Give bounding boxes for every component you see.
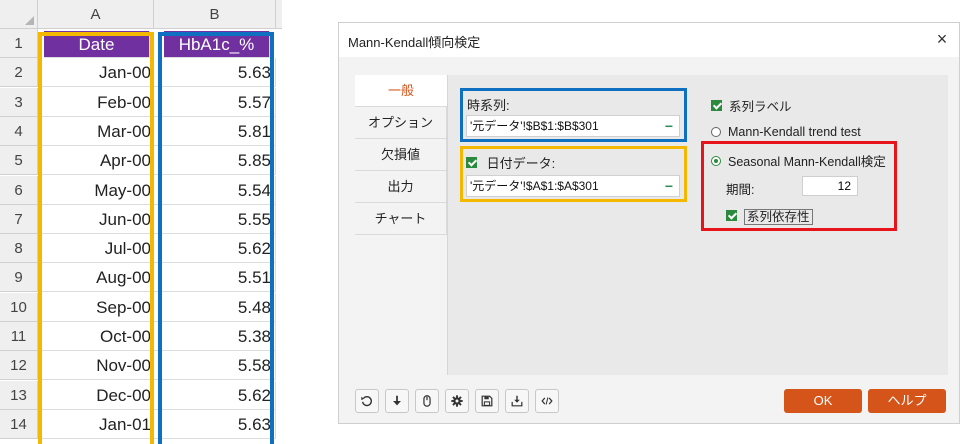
row-header[interactable]: 8 xyxy=(0,234,38,264)
load-button[interactable] xyxy=(505,389,529,413)
time-series-field-group: 時系列: '元データ'!$B$1:$B$301 − xyxy=(460,88,687,142)
tab-missing-values[interactable]: 欠損値 xyxy=(355,139,447,171)
date-cell[interactable]: Mar-00 xyxy=(38,116,154,146)
date-cell[interactable]: Sep-00 xyxy=(38,292,154,322)
date-cell[interactable]: May-00 xyxy=(38,175,154,205)
load-icon xyxy=(511,395,523,407)
row-header[interactable]: 6 xyxy=(0,175,38,205)
remove-time-series-icon[interactable]: − xyxy=(665,116,673,136)
mk-trend-test-radio[interactable] xyxy=(711,126,721,137)
row-header[interactable]: 4 xyxy=(0,116,38,146)
date-data-label-row: 日付データ: xyxy=(466,153,555,172)
hba1c-cell[interactable]: 5.51 xyxy=(154,263,276,293)
date-cell[interactable]: Aug-00 xyxy=(38,263,154,293)
date-cell[interactable]: Oct-00 xyxy=(38,322,154,351)
close-icon[interactable]: × xyxy=(931,28,953,50)
date-data-checkbox[interactable] xyxy=(466,157,477,168)
dialog-titlebar: Mann-Kendall傾向検定 × xyxy=(339,23,959,57)
header-cell-date[interactable]: Date xyxy=(44,31,150,58)
row-header[interactable]: 11 xyxy=(0,322,38,351)
date-cell[interactable]: Jan-00 xyxy=(38,58,154,88)
column-header-c-partial[interactable] xyxy=(276,0,282,29)
row-header[interactable]: 3 xyxy=(0,87,38,117)
column-header-a[interactable]: A xyxy=(38,0,154,29)
row-header[interactable]: 12 xyxy=(0,351,38,381)
period-input[interactable]: 12 xyxy=(802,176,858,196)
hba1c-cell[interactable]: 5.62 xyxy=(154,380,276,410)
reset-button[interactable] xyxy=(355,389,379,413)
time-series-input[interactable]: '元データ'!$B$1:$B$301 − xyxy=(466,115,680,137)
date-cell[interactable]: Jun-00 xyxy=(38,204,154,234)
date-cell[interactable]: Jul-00 xyxy=(38,234,154,264)
help-button[interactable]: ヘルプ xyxy=(868,389,946,413)
select-all-corner[interactable] xyxy=(0,0,38,29)
hba1c-cell[interactable]: 5.55 xyxy=(154,204,276,234)
row-header[interactable]: 5 xyxy=(0,146,38,176)
hba1c-cell[interactable]: 5.81 xyxy=(154,116,276,146)
row-header[interactable]: 9 xyxy=(0,263,38,293)
tab-general[interactable]: 一般 xyxy=(355,75,447,107)
serial-dependence-checkbox[interactable] xyxy=(726,210,737,221)
hba1c-cell[interactable]: 5.38 xyxy=(154,322,276,351)
date-data-input[interactable]: '元データ'!$A$1:$A$301 − xyxy=(466,175,680,197)
row-header[interactable]: 1 xyxy=(0,29,38,58)
hba1c-cell[interactable]: 5.54 xyxy=(154,175,276,205)
row-header[interactable]: 7 xyxy=(0,204,38,234)
mann-kendall-dialog: Mann-Kendall傾向検定 × 一般 オプション 欠損値 出力 チャート … xyxy=(338,22,960,424)
code-button[interactable] xyxy=(535,389,559,413)
hba1c-cell[interactable]: 5.62 xyxy=(154,234,276,264)
seasonal-mk-option[interactable]: Seasonal Mann-Kendall検定 xyxy=(711,151,886,170)
tab-options[interactable]: オプション xyxy=(355,107,447,139)
hba1c-cell[interactable]: 5.63 xyxy=(154,409,276,439)
date-cell[interactable]: Jan-01 xyxy=(38,409,154,439)
time-series-value: '元データ'!$B$1:$B$301 xyxy=(470,119,599,133)
date-data-value: '元データ'!$A$1:$A$301 xyxy=(470,179,599,193)
download-button[interactable] xyxy=(385,389,409,413)
spreadsheet: A B 1 Date HbA1c_% 2 Jan-00 5.63 3 Feb-00 5.57 4 M… xyxy=(0,0,282,444)
hba1c-cell[interactable]: 5.57 xyxy=(154,87,276,117)
dialog-title: Mann-Kendall傾向検定 xyxy=(348,35,481,50)
save-icon xyxy=(481,395,493,407)
series-label-option[interactable]: 系列ラベル xyxy=(711,96,792,115)
row-header[interactable]: 14 xyxy=(0,409,38,439)
code-icon xyxy=(541,397,553,405)
row-header[interactable]: 2 xyxy=(0,58,38,88)
settings-button[interactable] xyxy=(445,389,469,413)
mk-trend-test-label: Mann-Kendall trend test xyxy=(728,124,861,139)
seasonal-mk-radio[interactable] xyxy=(711,155,721,166)
mouse-button[interactable] xyxy=(415,389,439,413)
tab-output[interactable]: 出力 xyxy=(355,171,447,203)
series-label-text: 系列ラベル xyxy=(729,100,792,114)
hba1c-cell[interactable]: 5.85 xyxy=(154,146,276,176)
date-cell[interactable]: Apr-00 xyxy=(38,146,154,176)
tab-chart[interactable]: チャート xyxy=(355,203,447,235)
download-icon xyxy=(393,395,401,406)
time-series-label: 時系列: xyxy=(467,98,510,113)
date-cell[interactable]: Nov-00 xyxy=(38,351,154,381)
gear-icon xyxy=(451,395,463,407)
row-header[interactable]: 13 xyxy=(0,380,38,410)
mk-trend-test-option[interactable]: Mann-Kendall trend test xyxy=(711,124,861,139)
header-cell-hba1c[interactable]: HbA1c_% xyxy=(164,31,270,58)
remove-date-data-icon[interactable]: − xyxy=(665,176,673,196)
dialog-tabs: 一般 オプション 欠損値 出力 チャート xyxy=(355,75,447,235)
series-label-checkbox[interactable] xyxy=(711,100,722,111)
period-label: 期間: xyxy=(726,183,755,197)
serial-dependence-label: 系列依存性 xyxy=(744,209,813,225)
column-header-b[interactable]: B xyxy=(154,0,276,29)
date-data-label: 日付データ: xyxy=(486,156,556,171)
hba1c-cell[interactable]: 5.63 xyxy=(154,58,276,88)
hba1c-cell[interactable]: 5.58 xyxy=(154,351,276,381)
reset-icon xyxy=(361,396,372,407)
save-button[interactable] xyxy=(475,389,499,413)
ok-button[interactable]: OK xyxy=(784,389,862,413)
hba1c-cell[interactable]: 5.48 xyxy=(154,292,276,322)
seasonal-mk-label: Seasonal Mann-Kendall検定 xyxy=(728,155,886,169)
mouse-icon xyxy=(423,395,431,407)
date-cell[interactable]: Feb-00 xyxy=(38,87,154,117)
serial-dependence-option[interactable]: 系列依存性 xyxy=(726,206,813,225)
date-data-field-group: 日付データ: '元データ'!$A$1:$A$301 − xyxy=(460,146,687,202)
date-cell[interactable]: Dec-00 xyxy=(38,380,154,410)
row-header[interactable]: 10 xyxy=(0,292,38,322)
